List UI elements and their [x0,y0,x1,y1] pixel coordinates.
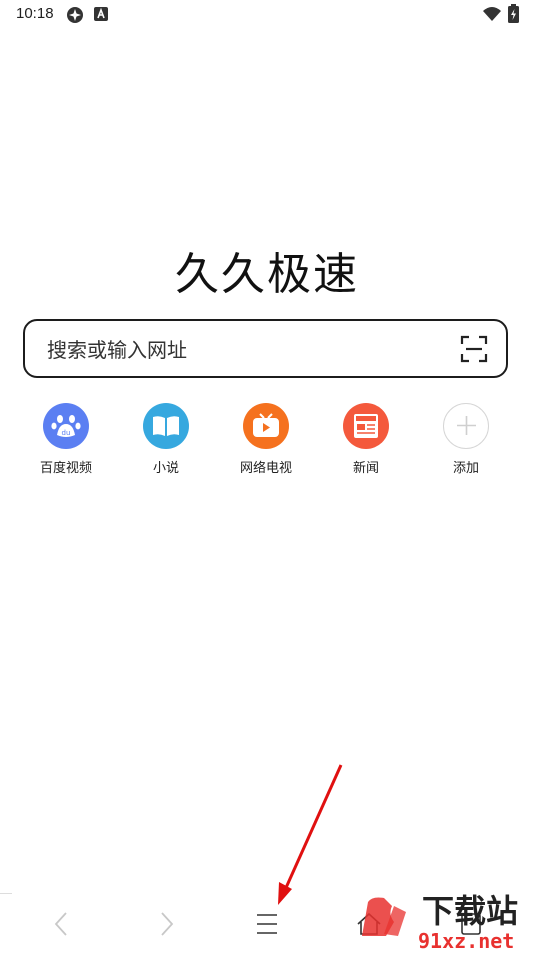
status-time: 10:18 [16,5,54,22]
news-icon [343,403,389,449]
menu-icon[interactable] [247,904,287,944]
shortcut-news[interactable]: 新闻 [316,403,416,476]
book-icon [143,403,189,449]
svg-text:下载站: 下载站 [422,892,518,930]
status-bar: 10:18 [0,0,534,28]
shortcut-grid: du 百度视频 小说 网络电视 新闻 添加 [16,403,516,483]
shortcut-label: 百度视频 [39,461,92,476]
search-input[interactable] [45,333,449,367]
shortcut-add[interactable]: 添加 [416,403,516,476]
svg-text:du: du [62,429,71,437]
scan-icon[interactable] [460,335,488,363]
aperture-icon [67,7,83,23]
shortcut-label: 新闻 [352,461,379,476]
shortcut-web-tv[interactable]: 网络电视 [216,403,316,476]
tv-icon [243,403,289,449]
shortcut-novel[interactable]: 小说 [116,403,216,476]
shortcut-label: 小说 [152,461,179,476]
watermark-logo: 下载站 91xz.net [358,886,534,953]
a-notification-icon [94,7,108,21]
plus-icon [443,403,489,449]
wifi-icon [483,7,501,21]
back-icon[interactable] [42,904,82,944]
shortcut-label: 添加 [452,461,479,476]
svg-text:91xz.net: 91xz.net [418,929,514,950]
shortcut-baidu-video[interactable]: du 百度视频 [16,403,116,476]
baidu-paw-icon: du [43,403,89,449]
battery-charging-icon [508,4,519,23]
app-title: 久久极速 [175,249,359,300]
shortcut-label: 网络电视 [239,461,292,476]
search-bar[interactable] [23,319,508,378]
forward-icon[interactable] [146,904,186,944]
